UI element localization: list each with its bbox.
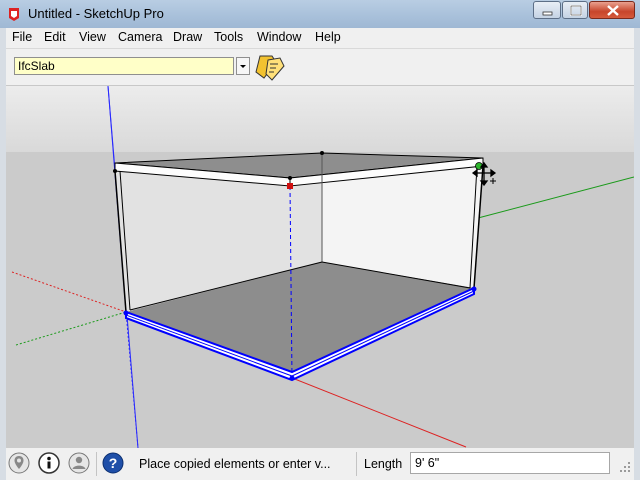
status-divider — [96, 452, 97, 476]
toolbar: IfcSlab — [6, 49, 634, 85]
menu-edit[interactable]: Edit — [44, 30, 66, 44]
menu-camera[interactable]: Camera — [118, 30, 162, 44]
menu-bar: File Edit View Camera Draw Tools Window … — [6, 28, 634, 49]
menu-tools[interactable]: Tools — [214, 30, 243, 44]
window-title: Untitled - SketchUp Pro — [28, 6, 164, 21]
menu-window[interactable]: Window — [257, 30, 301, 44]
geo-location-icon[interactable] — [8, 452, 30, 474]
close-button[interactable] — [589, 1, 635, 19]
menu-file[interactable]: File — [12, 30, 32, 44]
status-divider — [356, 452, 357, 476]
maximize-button[interactable] — [562, 1, 588, 19]
sketchup-logo-icon[interactable] — [6, 6, 22, 22]
move-copy-tool-icon[interactable] — [254, 52, 286, 82]
layer-combo[interactable]: IfcSlab — [14, 57, 234, 75]
midpoint-marker — [287, 183, 293, 189]
credits-icon[interactable] — [38, 452, 60, 474]
svg-text:?: ? — [109, 455, 118, 471]
help-icon[interactable]: ? — [102, 452, 124, 474]
scene-canvas[interactable] — [6, 86, 634, 448]
measurement-input[interactable]: 9' 6" — [410, 452, 610, 474]
measurement-label: Length — [364, 457, 403, 471]
user-icon[interactable] — [68, 452, 90, 474]
status-bar: ? Place copied elements or enter v... Le… — [6, 448, 634, 480]
status-message: Place copied elements or enter v... — [139, 457, 331, 471]
title-bar[interactable]: Untitled - SketchUp Pro — [0, 0, 640, 28]
resize-grip-icon[interactable] — [616, 458, 632, 474]
chevron-down-icon — [240, 65, 246, 68]
menu-view[interactable]: View — [79, 30, 106, 44]
minimize-button[interactable] — [533, 1, 561, 19]
menu-help[interactable]: Help — [315, 30, 341, 44]
menu-draw[interactable]: Draw — [173, 30, 202, 44]
sketchup-window: Untitled - SketchUp Pro File Edit View C… — [0, 0, 640, 480]
modeling-viewport[interactable] — [6, 86, 634, 448]
combo-dropdown-button[interactable] — [236, 57, 250, 75]
